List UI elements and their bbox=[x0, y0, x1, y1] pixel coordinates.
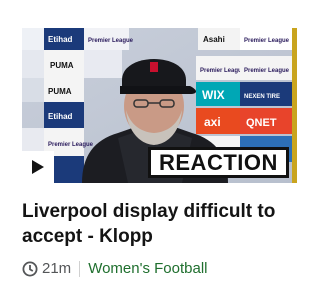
published-age: 21m bbox=[42, 260, 72, 277]
meta-divider bbox=[79, 260, 81, 277]
board-text: axi bbox=[204, 115, 221, 129]
board-text: PUMA bbox=[48, 87, 72, 96]
play-button[interactable] bbox=[22, 151, 54, 183]
board-text: PUMA bbox=[50, 61, 74, 70]
board-text: Premier League bbox=[200, 68, 246, 74]
article-headline-link[interactable]: Liverpool display difficult to accept - … bbox=[22, 199, 302, 249]
section-link[interactable]: Women's Football bbox=[88, 260, 207, 277]
board-text: NEXEN TIRE bbox=[244, 94, 280, 100]
board-text: Premier League bbox=[88, 38, 134, 44]
board-text: Premier League bbox=[244, 38, 290, 44]
promo-card: Etihad Premier League Asahi Premier Leag… bbox=[0, 0, 313, 291]
board-text: Premier League bbox=[244, 68, 290, 74]
board-text: Asahi bbox=[203, 35, 225, 44]
play-icon bbox=[32, 160, 44, 174]
board-text: Etihad bbox=[48, 35, 73, 44]
clock-icon bbox=[22, 261, 38, 276]
reaction-badge: REACTION bbox=[148, 147, 289, 178]
board-text: Premier League bbox=[48, 142, 94, 148]
board-text: Etihad bbox=[48, 112, 73, 121]
board-text: WIX bbox=[202, 88, 225, 102]
article-meta: 21m Women's Football bbox=[22, 260, 208, 277]
board-text: QNET bbox=[246, 117, 277, 129]
